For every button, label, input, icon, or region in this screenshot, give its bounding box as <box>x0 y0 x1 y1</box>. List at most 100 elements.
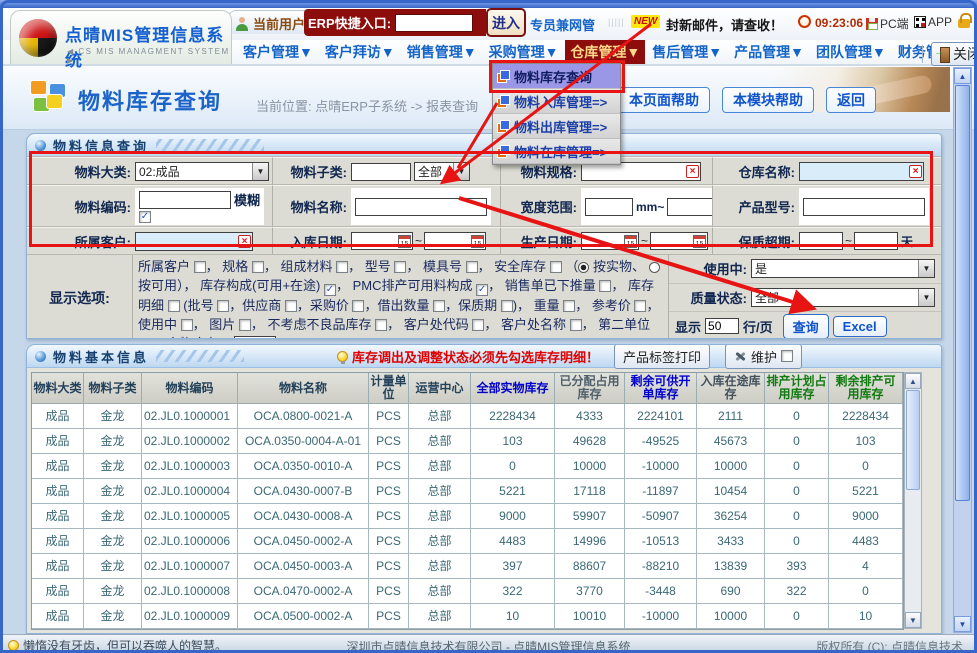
option-checkbox[interactable] <box>563 300 575 312</box>
customer-input[interactable] <box>136 234 238 249</box>
option-checkbox[interactable] <box>433 300 445 312</box>
table-row[interactable]: 成品 金龙 02.JL0.1000004 OCA.0430-0007-B PCS… <box>32 479 903 504</box>
option-checkbox[interactable] <box>324 284 336 296</box>
mail-notice[interactable]: 封新邮件，请查收！ <box>666 15 783 34</box>
menu-item[interactable]: 产品管理▼ <box>729 40 809 64</box>
query-button[interactable]: 查询 <box>783 314 829 339</box>
dropdown-menu-item[interactable]: 物料在库管理=> <box>493 139 620 164</box>
spec-input[interactable] <box>582 164 686 179</box>
option-checkbox[interactable] <box>352 300 364 312</box>
quality-select[interactable]: 全部▼ <box>751 288 935 307</box>
table-row[interactable]: 成品 金龙 02.JL0.1000002 OCA.0350-0004-A-01 … <box>32 429 903 454</box>
scroll-up-icon[interactable]: ▲ <box>905 373 921 389</box>
menu-item[interactable]: 客户管理▼ <box>238 40 318 64</box>
clear-icon[interactable]: × <box>238 235 251 248</box>
option-checkbox[interactable] <box>138 338 150 339</box>
option-checkbox[interactable] <box>252 261 264 273</box>
table-row[interactable]: 成品 金龙 02.JL0.1000009 OCA.0500-0002-A PCS… <box>32 604 903 629</box>
option-checkbox[interactable] <box>550 261 562 273</box>
pc-client-link[interactable]: PC端 <box>866 15 909 32</box>
option-checkbox[interactable] <box>336 261 348 273</box>
calendar-icon[interactable] <box>471 235 484 248</box>
close-menu-button[interactable]: 关闭菜单 <box>931 42 977 66</box>
clear-icon[interactable]: × <box>909 165 922 178</box>
maintain-button[interactable]: 维护 <box>725 344 802 369</box>
calendar-icon[interactable] <box>398 235 411 248</box>
scroll-down-icon[interactable]: ▼ <box>905 612 921 628</box>
prod-date-from[interactable] <box>581 232 639 250</box>
expire-min-input[interactable] <box>799 232 843 250</box>
prod-date-to[interactable] <box>650 232 708 250</box>
scrollbar-thumb[interactable] <box>906 390 920 490</box>
fuzzy-checkbox[interactable] <box>139 211 151 223</box>
menu-item[interactable]: 售后管理▼ <box>647 40 727 64</box>
app-link[interactable]: APP <box>914 15 952 29</box>
option-checkbox[interactable] <box>194 261 206 273</box>
page-scrollbar[interactable]: ▲ ▼ <box>953 67 972 633</box>
width-min-input[interactable] <box>585 198 633 216</box>
clear-icon[interactable]: × <box>686 165 699 178</box>
maintain-checkbox[interactable] <box>781 350 793 362</box>
warehouse-input[interactable] <box>800 164 909 179</box>
excel-button[interactable]: Excel <box>833 316 887 337</box>
big-class-select[interactable]: 02:成品▼ <box>135 162 269 181</box>
in-date-from[interactable] <box>351 232 413 250</box>
back-button[interactable]: 返回 <box>826 87 876 113</box>
menu-item[interactable]: 销售管理▼ <box>402 40 482 64</box>
rows-per-page-input[interactable] <box>705 318 739 334</box>
current-user-tab[interactable]: 当前用户 <box>228 10 314 34</box>
scrollbar-thumb[interactable] <box>955 85 970 501</box>
option-checkbox[interactable] <box>181 319 193 331</box>
option-checkbox[interactable] <box>570 319 582 331</box>
model-input[interactable] <box>803 198 925 216</box>
scroll-up-icon[interactable]: ▲ <box>954 68 971 84</box>
width-max-input[interactable] <box>667 198 713 216</box>
table-row[interactable]: 成品 金龙 02.JL0.1000008 OCA.0470-0002-A PCS… <box>32 579 903 604</box>
page-help-button[interactable]: 本页面帮助 <box>618 87 710 113</box>
table-row[interactable]: 成品 金龙 02.JL0.1000006 OCA.0450-0002-A PCS… <box>32 529 903 554</box>
option-checkbox[interactable] <box>239 319 251 331</box>
cell-in-transit: 3433 <box>697 529 765 554</box>
stock-threshold-input[interactable] <box>234 336 276 339</box>
table-row[interactable]: 成品 金龙 02.JL0.1000005 OCA.0430-0008-A PCS… <box>32 504 903 529</box>
option-checkbox[interactable] <box>394 261 406 273</box>
calendar-icon[interactable] <box>693 235 706 248</box>
menu-item[interactable]: 团队管理▼ <box>811 40 891 64</box>
option-checkbox[interactable] <box>599 280 611 292</box>
dropdown-menu-item[interactable]: 物料入库管理=> <box>493 89 620 114</box>
option-checkbox[interactable] <box>168 300 180 312</box>
sub-class-input[interactable] <box>351 163 411 181</box>
erp-entry-input[interactable] <box>395 14 473 32</box>
table-row[interactable]: 成品 金龙 02.JL0.1000001 OCA.0800-0021-A PCS… <box>32 404 903 429</box>
table-scrollbar[interactable]: ▲ ▼ <box>904 372 922 629</box>
name-input[interactable] <box>355 198 487 216</box>
menu-item[interactable]: 仓库管理▼ <box>565 40 645 64</box>
label-print-button[interactable]: 产品标签打印 <box>614 344 710 369</box>
option-checkbox[interactable] <box>466 261 478 273</box>
enter-button[interactable]: 进入 <box>486 8 526 37</box>
option-checkbox[interactable] <box>476 284 488 296</box>
dropdown-menu-item[interactable]: 物料库存查询 <box>493 64 620 89</box>
cell-physical-stock: 9000 <box>471 504 555 529</box>
scroll-down-icon[interactable]: ▼ <box>954 616 971 632</box>
table-row[interactable]: 成品 金龙 02.JL0.1000003 OCA.0350-0010-A PCS… <box>32 454 903 479</box>
menu-item[interactable]: 采购管理▼ <box>484 40 564 64</box>
in-use-select[interactable]: 是▼ <box>751 259 935 278</box>
option-radio[interactable] <box>649 262 660 273</box>
table-row[interactable]: 成品 金龙 02.JL0.1000007 OCA.0450-0003-A PCS… <box>32 554 903 579</box>
option-radio[interactable] <box>578 262 589 273</box>
option-checkbox[interactable] <box>375 319 387 331</box>
option-checkbox[interactable] <box>472 319 484 331</box>
sub-class-select[interactable]: 全部▼ <box>414 162 470 181</box>
expire-max-input[interactable] <box>854 232 898 250</box>
dropdown-menu-item[interactable]: 物料出库管理=> <box>493 114 620 139</box>
option-checkbox[interactable] <box>217 300 229 312</box>
in-date-to[interactable] <box>424 232 486 250</box>
code-input[interactable] <box>139 191 231 209</box>
menu-item[interactable]: 客户拜访▼ <box>320 40 400 64</box>
option-checkbox[interactable] <box>285 300 297 312</box>
calendar-icon[interactable] <box>624 235 637 248</box>
option-checkbox[interactable] <box>634 300 646 312</box>
module-help-button[interactable]: 本模块帮助 <box>722 87 814 113</box>
option-checkbox[interactable] <box>501 300 513 312</box>
